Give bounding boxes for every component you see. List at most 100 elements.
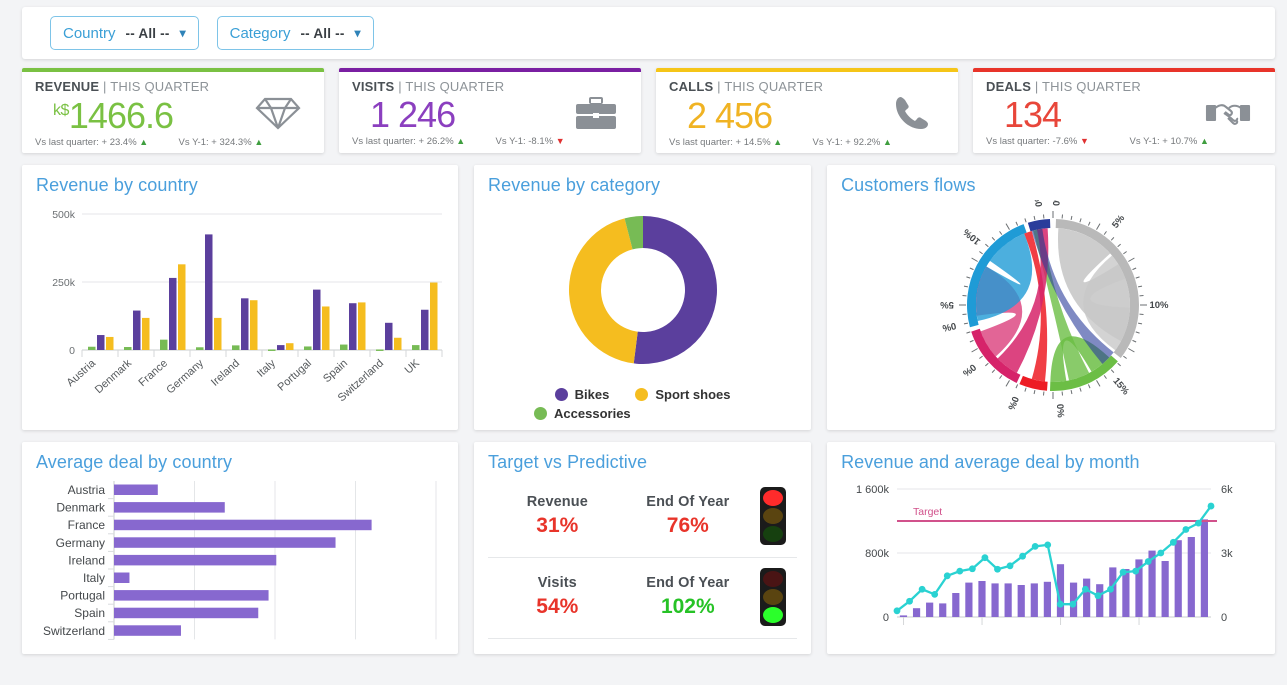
legend-label: Bikes — [575, 387, 610, 402]
kpi-period: THIS QUARTER — [405, 79, 504, 94]
svg-text:Austria: Austria — [68, 483, 106, 497]
kpi-name: VISITS — [352, 79, 394, 94]
svg-text:Portugal: Portugal — [60, 589, 105, 603]
kpi-name: CALLS — [669, 79, 713, 94]
svg-text:10%: 10% — [1150, 300, 1170, 311]
kpi-card-revenue[interactable]: REVENUE | THIS QUARTER k$1466.6 Vs last … — [22, 68, 324, 153]
svg-text:Spain: Spain — [74, 606, 105, 620]
kpi-compare-quarter: Vs last quarter: + 23.4% ▲ — [35, 137, 179, 148]
kpi-card-deals[interactable]: DEALS | THIS QUARTER 134 — [973, 68, 1275, 153]
svg-text:UK: UK — [403, 357, 423, 377]
svg-text:Germany: Germany — [56, 536, 105, 550]
kpi-title: CALLS | THIS QUARTER — [669, 79, 945, 94]
kpi-title: REVENUE | THIS QUARTER — [35, 79, 311, 94]
svg-text:Target: Target — [913, 506, 942, 518]
svg-text:France: France — [68, 518, 106, 532]
metric-label: Visits — [492, 575, 623, 591]
kpi-compare-year-text: Vs Y-1: + 92.2% — [813, 137, 881, 148]
kpi-number: 1 246 — [370, 94, 455, 135]
metric-label: Revenue — [492, 494, 623, 510]
charts-row-1: Revenue by country 0250k500kAustriaDenma… — [22, 165, 1275, 430]
svg-text:3k: 3k — [1221, 548, 1233, 560]
panel-title: Customers flows — [841, 175, 1261, 196]
svg-text:Austria: Austria — [65, 357, 99, 389]
legend-label: Sport shoes — [655, 387, 730, 402]
kpi-compare-year-text: Vs Y-1: -8.1% — [496, 136, 554, 147]
dashboard-page: Country -- All -- ▾ Category -- All -- ▾… — [0, 7, 1287, 654]
arrow-up-icon: ▲ — [456, 136, 465, 146]
svg-text:Italy: Italy — [255, 357, 278, 380]
target-metric-revenue: Revenue 31% — [492, 494, 623, 538]
svg-text:Denmark: Denmark — [93, 357, 135, 396]
kpi-compare-year: Vs Y-1: -8.1% ▼ — [496, 136, 565, 147]
kpi-accent-bar — [973, 68, 1275, 72]
svg-text:15%: 15% — [1110, 376, 1131, 398]
kpi-accent-bar — [22, 68, 324, 72]
panel-title: Average deal by country — [36, 452, 444, 473]
legend-item-accessories[interactable]: Accessories — [488, 406, 797, 421]
chevron-down-icon: ▾ — [180, 27, 186, 39]
traffic-light-green — [763, 526, 783, 542]
traffic-light-amber — [763, 589, 783, 605]
panel-revenue-by-country: Revenue by country 0250k500kAustriaDenma… — [22, 165, 458, 430]
target-row-revenue: Revenue 31% End Of Year 76% — [488, 477, 797, 558]
svg-text:0%: 0% — [1054, 404, 1066, 419]
metric-value: 54% — [492, 595, 623, 619]
legend-item-sport-shoes[interactable]: Sport shoes — [635, 387, 730, 402]
filter-category[interactable]: Category -- All -- ▾ — [217, 16, 374, 50]
svg-text:10%: 10% — [961, 226, 983, 247]
kpi-period: THIS QUARTER — [110, 79, 209, 94]
eoy-value: 102% — [623, 595, 754, 619]
kpi-period: THIS QUARTER — [1042, 79, 1141, 94]
kpi-value: k$1466.6 — [35, 98, 173, 134]
kpi-value: 1 246 — [352, 97, 455, 133]
panel-title: Revenue by country — [36, 175, 444, 196]
kpi-compare-year-text: Vs Y-1: + 324.3% — [179, 137, 252, 148]
panel-revenue-avg-deal: Revenue and average deal by month 00800k… — [827, 442, 1275, 654]
kpi-compare-year: Vs Y-1: + 324.3% ▲ — [179, 137, 264, 148]
eoy-label: End Of Year — [623, 494, 754, 510]
kpi-row: REVENUE | THIS QUARTER k$1466.6 Vs last … — [22, 68, 1275, 153]
svg-text:0: 0 — [883, 612, 889, 624]
svg-text:Italy: Italy — [83, 571, 105, 585]
svg-text:0: 0 — [1221, 612, 1227, 624]
kpi-title: DEALS | THIS QUARTER — [986, 79, 1262, 94]
legend-item-bikes[interactable]: Bikes — [555, 387, 610, 402]
kpi-accent-bar — [656, 68, 958, 72]
kpi-period: THIS QUARTER — [724, 79, 823, 94]
kpi-value: 134 — [986, 97, 1061, 133]
kpi-title: VISITS | THIS QUARTER — [352, 79, 628, 94]
traffic-light-icon — [760, 487, 786, 545]
filter-category-label: Category — [230, 25, 291, 42]
svg-text:0%: 0% — [1052, 200, 1063, 206]
svg-text:France: France — [137, 357, 170, 389]
svg-text:0%: 0% — [960, 361, 978, 378]
kpi-card-visits[interactable]: VISITS | THIS QUARTER 1 246 — [339, 68, 641, 153]
arrow-down-icon: ▼ — [1080, 136, 1089, 146]
kpi-compare-quarter-text: Vs last quarter: + 23.4% — [35, 137, 137, 148]
arrow-up-icon: ▲ — [1200, 136, 1209, 146]
svg-text:0%: 0% — [941, 320, 957, 334]
panel-title: Revenue by category — [488, 175, 797, 196]
average-deal-chart: AustriaDenmarkFranceGermanyIrelandItalyP… — [36, 477, 448, 649]
category-legend: Bikes Sport shoes Accessories — [488, 387, 797, 421]
kpi-number: 1466.6 — [69, 95, 173, 136]
panel-revenue-by-category: Revenue by category Bikes Sport shoes Ac… — [474, 165, 811, 430]
arrow-up-icon: ▲ — [773, 137, 782, 147]
legend-swatch — [635, 388, 648, 401]
svg-text:6k: 6k — [1221, 484, 1233, 496]
svg-text:500k: 500k — [52, 209, 76, 221]
filter-category-value: -- All -- — [300, 26, 344, 41]
kpi-compare-quarter-text: Vs last quarter: -7.6% — [986, 136, 1077, 147]
arrow-up-icon: ▲ — [139, 137, 148, 147]
kpi-card-calls[interactable]: CALLS | THIS QUARTER 2 456 Vs last quart… — [656, 68, 958, 153]
kpi-name: DEALS — [986, 79, 1031, 94]
legend-label: Accessories — [554, 406, 631, 421]
filter-country[interactable]: Country -- All -- ▾ — [50, 16, 199, 50]
panel-average-deal: Average deal by country AustriaDenmarkFr… — [22, 442, 458, 654]
legend-swatch — [555, 388, 568, 401]
filter-bar: Country -- All -- ▾ Category -- All -- ▾ — [22, 7, 1275, 59]
eoy-value: 76% — [623, 514, 754, 538]
panel-title: Target vs Predictive — [488, 452, 797, 473]
target-eoy-visits: End Of Year 102% — [623, 575, 754, 619]
